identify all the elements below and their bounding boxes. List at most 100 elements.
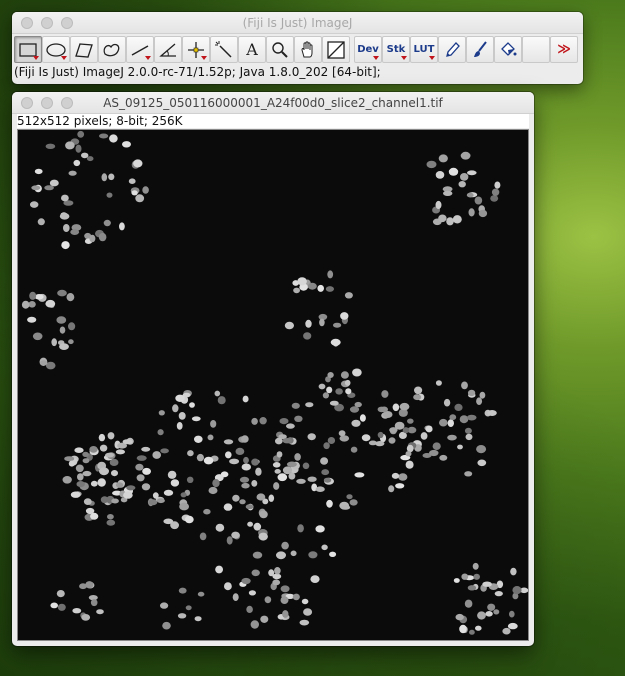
cell-nucleus (75, 464, 84, 473)
cell-nucleus (459, 624, 467, 634)
cell-nucleus (57, 603, 66, 611)
cell-nucleus (318, 383, 326, 390)
cell-nucleus (302, 462, 310, 470)
cell-nucleus (142, 186, 149, 194)
hand-tool-button[interactable] (294, 36, 322, 63)
cell-nucleus (81, 152, 89, 159)
cell-nucleus (259, 510, 268, 519)
cell-nucleus (59, 343, 69, 350)
cell-nucleus (34, 168, 43, 175)
cell-nucleus (212, 479, 220, 488)
image-canvas[interactable] (17, 129, 529, 641)
cell-nucleus (381, 390, 389, 398)
cell-nucleus (194, 616, 202, 622)
flood-fill-tool-button[interactable] (494, 36, 522, 63)
polygon-tool-button[interactable] (70, 36, 98, 63)
cell-nucleus (474, 196, 483, 205)
cell-nucleus (103, 219, 111, 227)
dev-label: Dev (357, 44, 379, 55)
point-tool-button[interactable] (182, 36, 210, 63)
cell-nucleus (243, 456, 249, 464)
cell-nucleus (461, 381, 468, 390)
wand-icon (215, 40, 232, 58)
toolbar-titlebar[interactable]: (Fiji Is Just) ImageJ (12, 12, 583, 34)
dev-menu-button[interactable]: Dev (354, 36, 382, 63)
cell-nucleus (303, 332, 312, 340)
cell-nucleus (111, 470, 118, 477)
color-picker-tool-button[interactable] (322, 36, 350, 63)
cell-nucleus (280, 585, 290, 593)
cell-nucleus (467, 170, 477, 176)
cell-nucleus (116, 482, 124, 488)
cell-nucleus (226, 536, 233, 545)
flood-fill-icon (501, 41, 517, 56)
lut-menu-button[interactable]: LUT (410, 36, 438, 63)
cell-nucleus (301, 598, 309, 605)
brush-icon (474, 40, 487, 57)
cell-nucleus (199, 532, 207, 541)
cell-nucleus (158, 410, 165, 416)
cell-nucleus (70, 229, 80, 235)
cell-nucleus (82, 470, 92, 477)
empty-tool-slot[interactable] (522, 36, 550, 63)
cell-nucleus (82, 451, 89, 457)
cell-nucleus (187, 450, 194, 457)
cell-nucleus (189, 402, 195, 408)
brush-tool-button[interactable] (466, 36, 494, 63)
cell-nucleus (317, 284, 325, 292)
cell-nucleus (388, 485, 395, 493)
cell-nucleus (299, 619, 310, 626)
cell-nucleus (448, 167, 459, 176)
cell-nucleus (323, 442, 330, 450)
cell-nucleus (413, 394, 422, 401)
cell-nucleus (476, 445, 487, 454)
cell-nucleus (136, 474, 145, 482)
stk-label: Stk (386, 44, 406, 55)
cell-nucleus (420, 432, 428, 440)
stk-menu-button[interactable]: Stk (382, 36, 410, 63)
image-titlebar[interactable]: AS_09125_050116000001_A24f00d0_slice2_ch… (12, 92, 534, 114)
pencil-tool-button[interactable] (438, 36, 466, 63)
oval-tool-button[interactable] (42, 36, 70, 63)
cell-nucleus (315, 486, 325, 493)
cell-nucleus (464, 471, 473, 477)
cell-nucleus (426, 160, 437, 169)
cell-nucleus (115, 449, 125, 455)
cell-nucleus (217, 396, 226, 405)
cell-nucleus (475, 625, 482, 631)
rectangle-tool-button[interactable] (14, 36, 42, 63)
cell-nucleus (133, 159, 143, 168)
cell-nucleus (141, 446, 151, 452)
cell-nucleus (277, 473, 288, 482)
cell-nucleus (178, 412, 186, 420)
cell-nucleus (106, 192, 113, 198)
cell-nucleus (388, 437, 396, 444)
angle-icon (159, 43, 176, 57)
cell-nucleus (479, 391, 486, 399)
cell-nucleus (487, 410, 497, 416)
cell-nucleus (148, 499, 158, 506)
cell-nucleus (438, 214, 447, 223)
freehand-tool-button[interactable] (98, 36, 126, 63)
cell-nucleus (346, 494, 353, 500)
text-tool-button[interactable]: A (238, 36, 266, 63)
cell-nucleus (196, 453, 204, 462)
cell-nucleus (464, 427, 472, 434)
angle-tool-button[interactable] (154, 36, 182, 63)
cell-nucleus (142, 467, 151, 475)
cell-nucleus (210, 420, 217, 428)
cell-nucleus (461, 573, 469, 580)
image-window-title: AS_09125_050116000001_A24f00d0_slice2_ch… (103, 96, 443, 110)
magnifier-tool-button[interactable] (266, 36, 294, 63)
cell-nucleus (414, 386, 423, 395)
line-tool-button[interactable] (126, 36, 154, 63)
cell-nucleus (338, 430, 346, 437)
wand-tool-button[interactable] (210, 36, 238, 63)
cell-nucleus (327, 270, 334, 279)
cell-nucleus (288, 472, 296, 480)
cell-nucleus (327, 437, 336, 444)
cell-nucleus (203, 508, 211, 515)
more-tools-button[interactable]: ≫ (550, 36, 578, 63)
image-info-line: 512x512 pixels; 8-bit; 256K (17, 114, 529, 128)
cell-nucleus (344, 379, 351, 386)
